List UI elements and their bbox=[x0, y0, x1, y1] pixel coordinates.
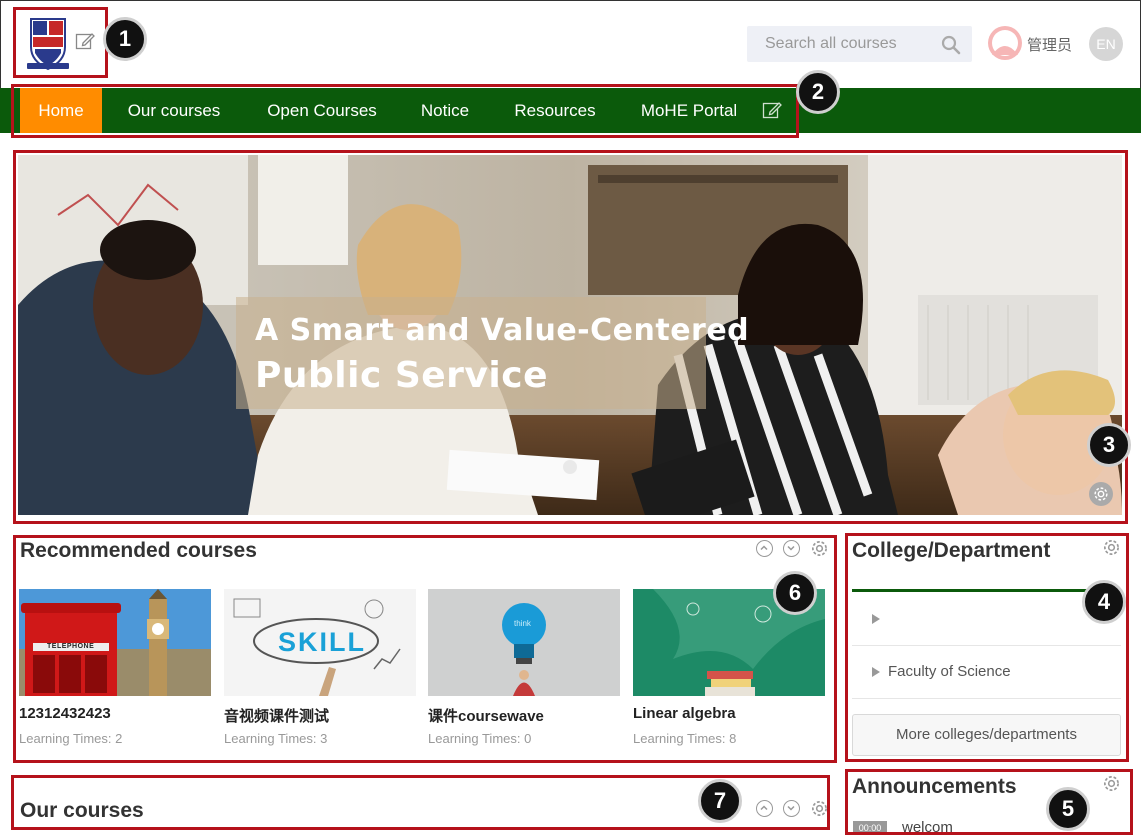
college-department-title: College/Department bbox=[852, 539, 1051, 562]
avatar[interactable] bbox=[987, 25, 1023, 61]
collapse-up-icon[interactable] bbox=[756, 800, 773, 817]
course-title-3[interactable]: 课件coursewave bbox=[428, 705, 544, 726]
edit-nav-icon[interactable] bbox=[762, 100, 782, 120]
college-settings-icon[interactable] bbox=[1102, 538, 1121, 557]
collapse-up-icon[interactable] bbox=[756, 540, 773, 557]
skill-word: SKILL bbox=[278, 627, 366, 657]
site-logo[interactable] bbox=[25, 13, 71, 73]
callout-2: 2 bbox=[796, 70, 840, 114]
top-header: 管理员 EN bbox=[0, 0, 1141, 88]
course-thumb-london[interactable]: TELEPHONE bbox=[19, 589, 211, 696]
course-thumb-skill[interactable]: SKILL bbox=[224, 589, 416, 696]
caret-right-icon bbox=[872, 667, 880, 677]
college-list-item[interactable] bbox=[852, 594, 1121, 646]
callout-4: 4 bbox=[1082, 580, 1126, 624]
search-icon[interactable] bbox=[941, 35, 961, 55]
nav-mohe-portal[interactable]: MoHE Portal bbox=[632, 88, 746, 133]
nav-open-courses[interactable]: Open Courses bbox=[256, 88, 388, 133]
hero-banner[interactable]: A Smart and Value-Centered Public Servic… bbox=[18, 155, 1122, 515]
announcements-settings-icon[interactable] bbox=[1102, 774, 1121, 793]
nav-resources[interactable]: Resources bbox=[504, 88, 606, 133]
college-list-item[interactable]: Faculty of Science bbox=[852, 646, 1121, 699]
recommended-settings-icon[interactable] bbox=[810, 539, 829, 558]
announcement-time-badge: 00:00 bbox=[853, 821, 887, 835]
callout-3: 3 bbox=[1087, 423, 1131, 467]
username-label[interactable]: 管理员 bbox=[1027, 34, 1072, 55]
language-switch[interactable]: EN bbox=[1089, 27, 1123, 61]
course-meta-4: Learning Times: 8 bbox=[633, 731, 737, 746]
college-item-label: Faculty of Science bbox=[888, 663, 1011, 680]
announcements-title: Announcements bbox=[852, 775, 1017, 798]
our-courses-settings-icon[interactable] bbox=[810, 799, 829, 818]
callout-7: 7 bbox=[698, 779, 742, 823]
announcement-item-text[interactable]: welcom bbox=[902, 819, 953, 836]
caret-right-icon bbox=[872, 614, 880, 624]
collapse-down-icon[interactable] bbox=[783, 540, 800, 557]
course-meta-3: Learning Times: 0 bbox=[428, 731, 532, 746]
course-thumb-bulb[interactable]: think bbox=[428, 589, 620, 696]
course-title-4[interactable]: Linear algebra bbox=[633, 705, 736, 722]
callout-6: 6 bbox=[773, 571, 817, 615]
banner-heading-line2: Public Service bbox=[255, 355, 548, 396]
course-title-1[interactable]: 12312432423 bbox=[19, 705, 111, 722]
nav-notice[interactable]: Notice bbox=[414, 88, 476, 133]
recommended-courses-title: Recommended courses bbox=[20, 539, 257, 562]
our-courses-title: Our courses bbox=[20, 799, 144, 822]
bulb-word: think bbox=[514, 619, 531, 628]
college-title-underline bbox=[852, 589, 1121, 592]
course-title-2[interactable]: 音视频课件测试 bbox=[224, 705, 329, 726]
carousel-dot[interactable] bbox=[563, 460, 577, 474]
main-nav: Home Our courses Open Courses Notice Res… bbox=[0, 88, 1141, 133]
banner-settings-icon[interactable] bbox=[1089, 482, 1113, 506]
collapse-down-icon[interactable] bbox=[783, 800, 800, 817]
course-meta-1: Learning Times: 2 bbox=[19, 731, 123, 746]
more-colleges-button[interactable]: More colleges/departments bbox=[852, 714, 1121, 756]
phone-booth-sign: TELEPHONE bbox=[47, 643, 95, 650]
banner-heading-line1: A Smart and Value-Centered bbox=[255, 313, 750, 348]
nav-home[interactable]: Home bbox=[20, 88, 102, 133]
edit-logo-icon[interactable] bbox=[75, 31, 95, 51]
search-box bbox=[747, 26, 972, 62]
callout-1: 1 bbox=[103, 17, 147, 61]
course-meta-2: Learning Times: 3 bbox=[224, 731, 328, 746]
nav-our-courses[interactable]: Our courses bbox=[118, 88, 230, 133]
callout-5: 5 bbox=[1046, 787, 1090, 831]
search-input[interactable] bbox=[747, 26, 937, 62]
